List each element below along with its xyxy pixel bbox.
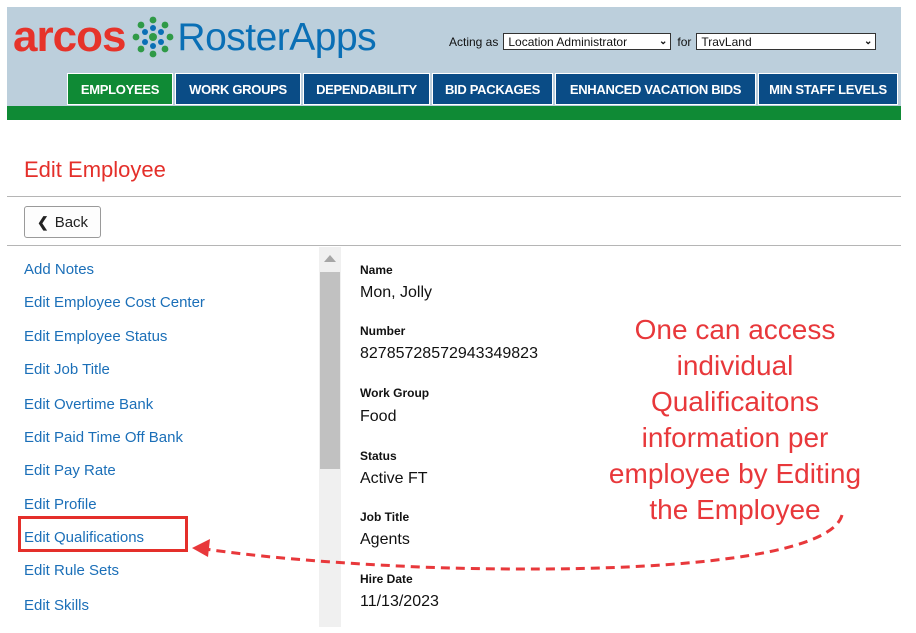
menu-item-edit-profile[interactable]: Edit Profile bbox=[24, 496, 97, 513]
nav-underline-bar bbox=[7, 106, 901, 120]
menu-item-edit-employee-cost-center[interactable]: Edit Employee Cost Center bbox=[24, 294, 205, 311]
acting-as-label: Acting as bbox=[449, 34, 499, 49]
job-title-value: Agents bbox=[360, 531, 410, 548]
work-group-label: Work Group bbox=[360, 386, 430, 400]
annotation-line: Qualificaitons bbox=[650, 386, 820, 417]
name-label: Name bbox=[360, 263, 393, 277]
menu-item-edit-rule-sets[interactable]: Edit Rule Sets bbox=[24, 562, 119, 579]
number-label: Number bbox=[360, 324, 406, 338]
menu-item-edit-skills[interactable]: Edit Skills bbox=[24, 597, 89, 614]
menu-item-edit-pay-rate[interactable]: Edit Pay Rate bbox=[24, 462, 116, 479]
menu-scrollbar-thumb[interactable] bbox=[320, 272, 340, 469]
annotation-line: the Employee bbox=[649, 494, 821, 525]
tab-dependability[interactable]: DEPENDABILITY bbox=[303, 73, 430, 105]
number-value: 82785728572943349823 bbox=[360, 345, 538, 362]
tab-enhanced-vacation-bids[interactable]: ENHANCED VACATION BIDS bbox=[555, 73, 756, 105]
acting-as-bar: Acting as Location Administrator ⌄ for T… bbox=[449, 33, 877, 50]
tab-bid-packages[interactable]: BID PACKAGES bbox=[432, 73, 553, 105]
page-title: Edit Employee bbox=[24, 157, 166, 182]
hire-date-label: Hire Date bbox=[360, 572, 413, 586]
location-select-value: TravLand bbox=[701, 34, 752, 49]
annotation-line: One can access bbox=[634, 314, 836, 345]
status-label: Status bbox=[360, 449, 397, 463]
main-nav-tabs: EMPLOYEES WORK GROUPS DEPENDABILITY BID … bbox=[67, 73, 900, 105]
arcos-logo-text: arcos bbox=[13, 12, 126, 61]
name-value: Mon, Jolly bbox=[360, 284, 433, 301]
edit-actions-menu: Add Notes Edit Employee Cost Center Edit… bbox=[7, 247, 341, 627]
role-select[interactable]: Location Administrator ⌄ bbox=[503, 33, 672, 50]
menu-item-add-notes[interactable]: Add Notes bbox=[24, 261, 94, 278]
work-group-value: Food bbox=[360, 408, 397, 425]
chevron-down-icon: ⌄ bbox=[863, 36, 873, 47]
rosterapps-logo-text: RosterApps bbox=[177, 15, 377, 59]
menu-item-edit-job-title[interactable]: Edit Job Title bbox=[24, 361, 110, 378]
back-button-label: Back bbox=[54, 213, 89, 231]
menu-item-edit-paid-time-off-bank[interactable]: Edit Paid Time Off Bank bbox=[24, 429, 183, 446]
back-button[interactable]: ❮ Back bbox=[24, 206, 101, 238]
tab-employees[interactable]: EMPLOYEES bbox=[67, 73, 173, 105]
tab-min-staff-levels[interactable]: MIN STAFF LEVELS bbox=[758, 73, 898, 105]
scroll-up-arrow-icon[interactable] bbox=[324, 255, 336, 262]
divider bbox=[7, 196, 901, 197]
chevron-down-icon: ⌄ bbox=[658, 36, 668, 47]
annotation-line: information per bbox=[641, 422, 829, 453]
arcos-rosterapps-logo[interactable]: arcos RosterApps bbox=[13, 12, 377, 61]
annotation-line: employee by Editing bbox=[608, 458, 862, 489]
for-label: for bbox=[677, 34, 692, 49]
annotation-callout: One can access individual Qualificaitons… bbox=[590, 312, 880, 528]
menu-item-edit-employee-status[interactable]: Edit Employee Status bbox=[24, 328, 167, 345]
job-title-label: Job Title bbox=[360, 510, 410, 524]
divider bbox=[7, 245, 901, 246]
chevron-left-icon: ❮ bbox=[36, 213, 49, 230]
qualifications-highlight-box bbox=[18, 516, 188, 552]
menu-item-edit-overtime-bank[interactable]: Edit Overtime Bank bbox=[24, 396, 153, 413]
role-select-value: Location Administrator bbox=[508, 34, 628, 49]
gear-logo-icon bbox=[133, 16, 174, 58]
status-value: Active FT bbox=[360, 470, 428, 487]
hire-date-value: 11/13/2023 bbox=[360, 593, 439, 610]
location-select[interactable]: TravLand ⌄ bbox=[696, 33, 877, 50]
app-header: arcos RosterApps Acting as Location Admi… bbox=[7, 7, 901, 110]
tab-work-groups[interactable]: WORK GROUPS bbox=[175, 73, 301, 105]
annotation-line: individual bbox=[676, 350, 794, 381]
